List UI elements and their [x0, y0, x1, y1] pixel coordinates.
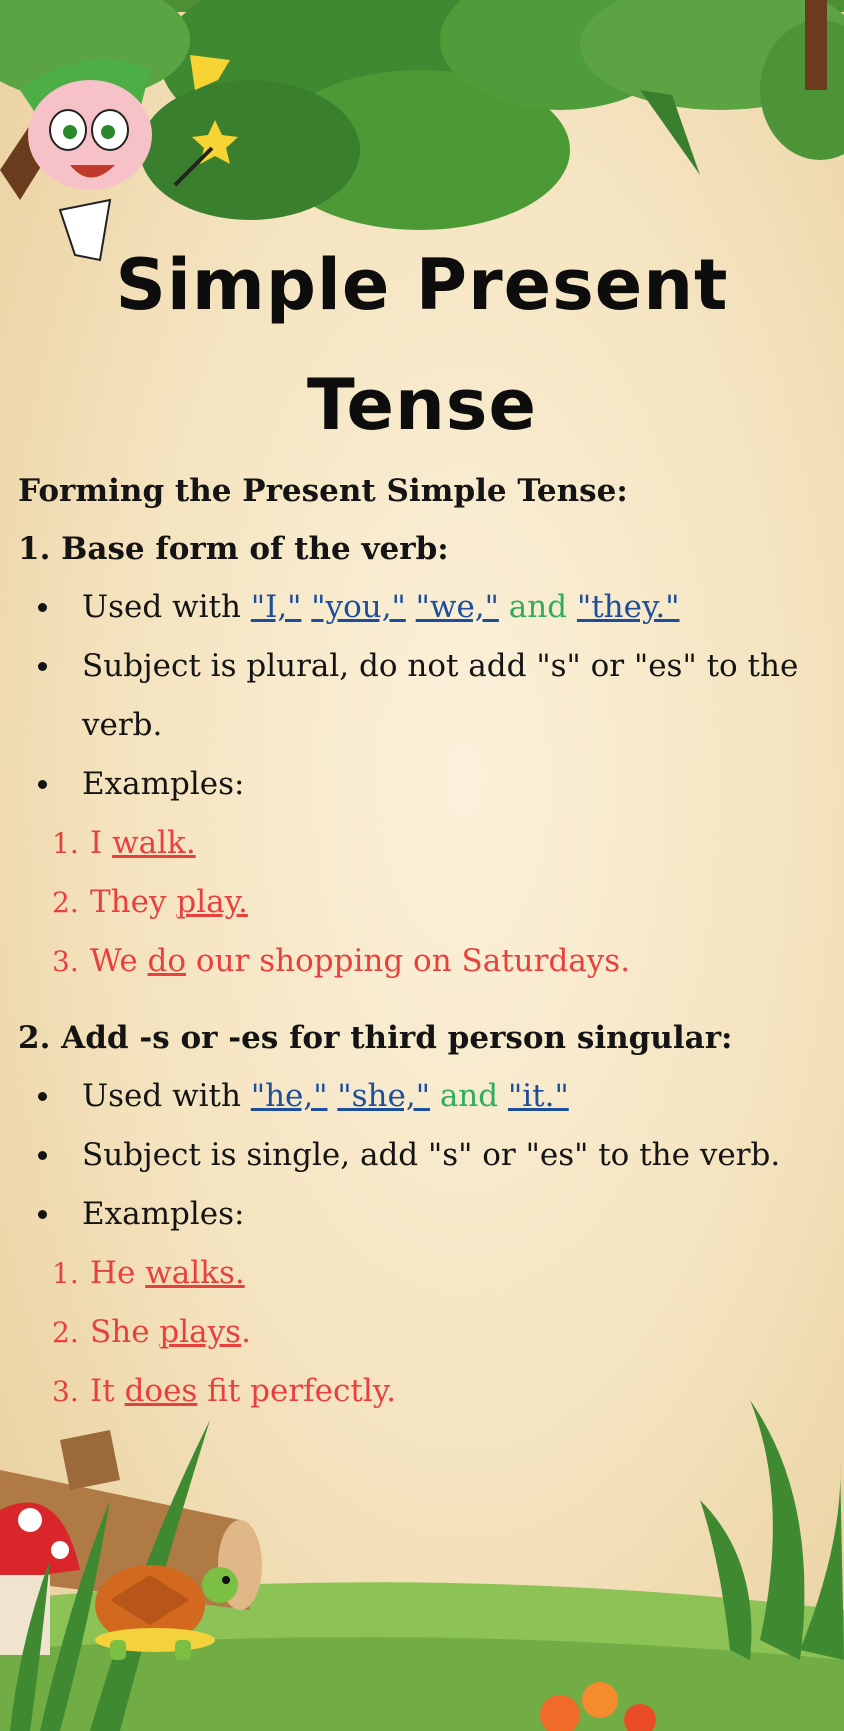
and-word: and — [439, 1078, 499, 1114]
section1-example: 1. I walk. — [52, 825, 196, 861]
section1-examples-label: Examples: — [18, 755, 833, 814]
pronoun-link-she[interactable]: "she," — [337, 1078, 430, 1114]
title-line-2: Tense — [307, 364, 537, 446]
pronoun-link-they[interactable]: "they." — [577, 589, 680, 625]
page-title: Simple Present Tense — [0, 225, 844, 465]
section2-rule: Subject is single, add "s" or "es" to th… — [18, 1126, 833, 1185]
section2-heading: 2. Add -s or -es for third person singul… — [18, 1020, 733, 1056]
poster: Simple Present Tense Forming the Present… — [0, 0, 844, 1731]
title-line-1: Simple Present — [115, 244, 729, 326]
section1-example: 3. We do our shopping on Saturdays. — [52, 943, 631, 979]
section1-rule: Subject is plural, do not add "s" or "es… — [18, 637, 833, 755]
section1-heading: 1. Base form of the verb: — [18, 531, 449, 567]
pronoun-link-he[interactable]: "he," — [251, 1078, 328, 1114]
section2-examples-label: Examples: — [18, 1185, 833, 1244]
and-word: and — [508, 589, 568, 625]
section2-example: 1. He walks. — [52, 1255, 245, 1291]
pronoun-link-you[interactable]: "you," — [311, 589, 406, 625]
pronoun-link-it[interactable]: "it." — [508, 1078, 569, 1114]
lesson-heading: Forming the Present Simple Tense: — [18, 473, 628, 509]
section1-used-with: Used with "I," "you," "we," and "they." — [18, 578, 833, 637]
lesson-content: Forming the Present Simple Tense: 1. Bas… — [18, 462, 833, 1421]
section1-example: 2. They play. — [52, 884, 248, 920]
pronoun-link-we[interactable]: "we," — [416, 589, 499, 625]
section2-used-with: Used with "he," "she," and "it." — [18, 1067, 833, 1126]
section2-example: 3. It does fit perfectly. — [52, 1373, 396, 1409]
pronoun-link-i[interactable]: "I," — [251, 589, 302, 625]
section2-example: 2. She plays. — [52, 1314, 251, 1350]
